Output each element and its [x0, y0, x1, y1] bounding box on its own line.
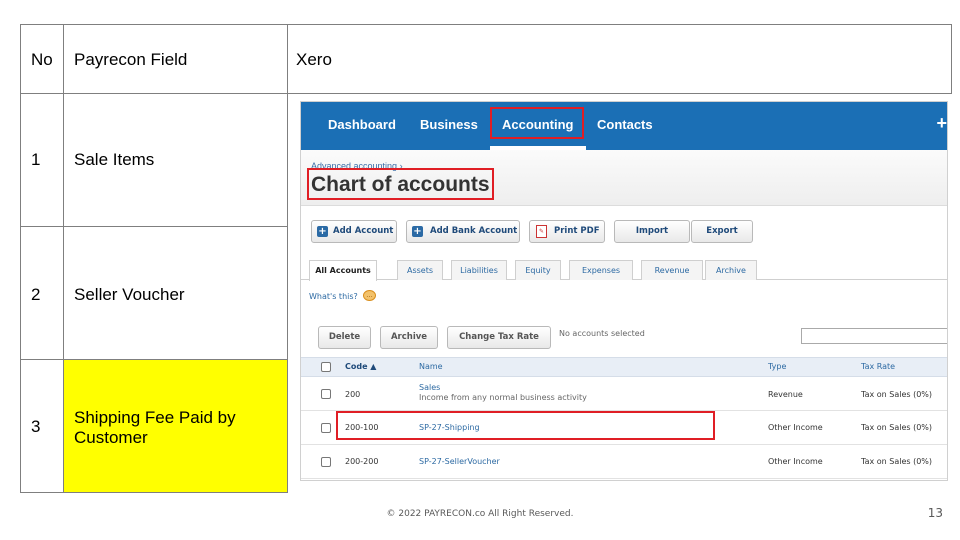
table-border — [20, 24, 952, 25]
tab-all-accounts[interactable]: All Accounts — [309, 260, 377, 281]
print-pdf-button[interactable]: ✎ Print PDF — [529, 220, 605, 243]
add-bank-account-button[interactable]: + Add Bank Account — [406, 220, 520, 243]
highlight-accounting-tab — [490, 107, 584, 139]
speech-bubble-icon[interactable]: … — [363, 290, 376, 301]
add-account-button[interactable]: + Add Account — [311, 220, 397, 243]
row-checkbox[interactable] — [321, 423, 331, 433]
top-navigation: Dashboard Business Accounting Contacts + — [301, 102, 947, 150]
nav-contacts[interactable]: Contacts — [597, 117, 653, 132]
table-border — [20, 359, 287, 360]
tab-liabilities[interactable]: Liabilities — [451, 260, 507, 280]
nav-dashboard[interactable]: Dashboard — [328, 117, 396, 132]
row-number: 2 — [31, 285, 41, 304]
button-label: Export — [706, 226, 738, 236]
column-name[interactable]: Name — [419, 362, 443, 371]
tab-assets[interactable]: Assets — [397, 260, 443, 280]
import-button[interactable]: Import — [614, 220, 690, 243]
row-number: 3 — [31, 417, 41, 436]
footer-copyright: © 2022 PAYRECON.co All Right Reserved. — [386, 509, 574, 519]
highlight-shipping-account-row — [336, 411, 715, 440]
button-label: Delete — [328, 332, 361, 342]
plus-icon: + — [317, 226, 328, 237]
pdf-icon: ✎ — [536, 225, 547, 238]
select-all-checkbox[interactable] — [321, 362, 331, 372]
account-type: Other Income — [768, 457, 823, 466]
button-label: Import — [635, 226, 669, 236]
account-type: Other Income — [768, 423, 823, 432]
header-xero: Xero — [296, 50, 332, 69]
whats-this-link[interactable]: What's this? — [309, 292, 358, 301]
button-label: Archive — [390, 332, 428, 342]
column-code[interactable]: Code ▲ — [345, 362, 376, 371]
table-border — [287, 24, 288, 493]
add-icon[interactable]: + — [936, 113, 947, 134]
button-label: Print PDF — [554, 226, 600, 236]
account-name[interactable]: Sales — [419, 383, 440, 392]
table-border — [20, 93, 952, 94]
nav-business[interactable]: Business — [420, 117, 478, 132]
plus-icon: + — [412, 226, 423, 237]
table-border — [951, 24, 952, 94]
column-tax-rate[interactable]: Tax Rate — [861, 362, 895, 371]
archive-button[interactable]: Archive — [380, 326, 438, 349]
accounts-grid-header: Code ▲ Name Type Tax Rate — [301, 357, 947, 377]
highlight-page-title — [307, 168, 494, 200]
export-button[interactable]: Export — [691, 220, 753, 243]
table-row[interactable]: 200-200 SP-27-SellerVoucher Other Income… — [301, 445, 947, 479]
account-type: Revenue — [768, 390, 803, 399]
account-name[interactable]: SP-27-SellerVoucher — [419, 457, 500, 466]
button-label: Add Account — [333, 226, 394, 236]
change-tax-rate-button[interactable]: Change Tax Rate — [447, 326, 551, 349]
table-border — [20, 492, 287, 493]
row-number: 1 — [31, 150, 41, 169]
selection-status: No accounts selected — [559, 329, 645, 338]
table-border — [20, 226, 287, 227]
row-checkbox[interactable] — [321, 389, 331, 399]
row-checkbox[interactable] — [321, 457, 331, 467]
account-tax-rate: Tax on Sales (0%) — [861, 457, 933, 466]
account-code: 200 — [345, 390, 361, 399]
xero-screenshot: Dashboard Business Accounting Contacts +… — [300, 101, 948, 481]
header-payrecon-field: Payrecon Field — [74, 50, 188, 69]
button-label: Change Tax Rate — [459, 332, 539, 342]
column-type[interactable]: Type — [768, 362, 786, 371]
table-border — [20, 24, 21, 493]
account-tax-rate: Tax on Sales (0%) — [861, 390, 933, 399]
button-label: Add Bank Account — [430, 226, 518, 236]
header-no: No — [31, 50, 53, 69]
table-border — [63, 24, 64, 493]
table-row[interactable]: 200 Sales Income from any normal busines… — [301, 377, 947, 411]
search-input[interactable] — [801, 328, 947, 344]
account-code: 200-200 — [345, 457, 379, 466]
tab-archive[interactable]: Archive — [705, 260, 757, 280]
row-field-label: Sale Items — [74, 150, 155, 169]
row-field-label: Seller Voucher — [74, 285, 185, 304]
delete-button[interactable]: Delete — [318, 326, 371, 349]
account-tax-rate: Tax on Sales (0%) — [861, 423, 933, 432]
row-field-label: Shipping Fee Paid by Customer — [74, 408, 236, 447]
tab-revenue[interactable]: Revenue — [641, 260, 703, 280]
page-number: 13 — [927, 506, 943, 520]
tab-expenses[interactable]: Expenses — [569, 260, 633, 280]
account-description: Income from any normal business activity — [419, 393, 587, 402]
account-tabs: All Accounts Assets Liabilities Equity E… — [301, 260, 947, 281]
tab-equity[interactable]: Equity — [515, 260, 561, 280]
